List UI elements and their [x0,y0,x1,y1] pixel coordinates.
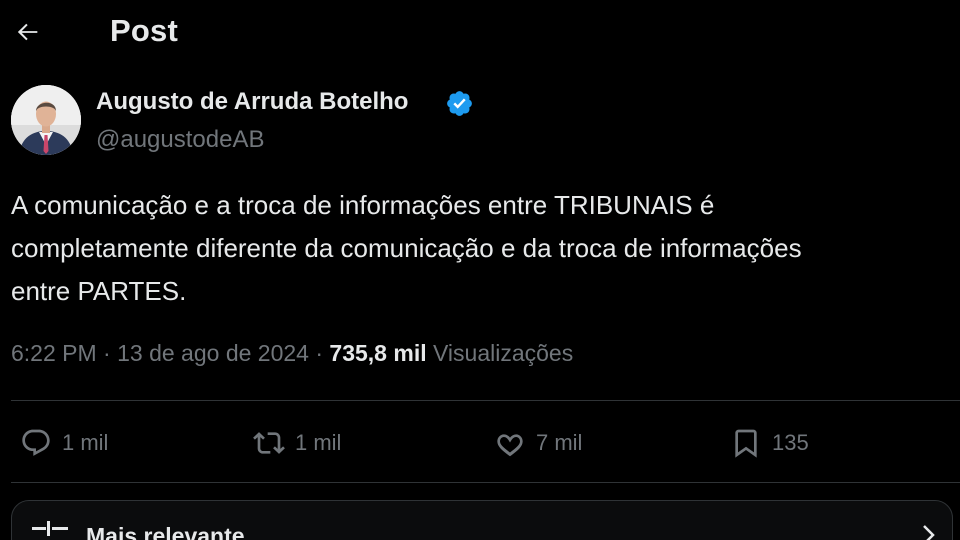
heart-icon [497,434,523,457]
bookmark-icon [735,429,757,458]
repost-count: 1 mil [295,430,342,455]
bookmark-button[interactable]: 135 [730,423,809,463]
divider [11,400,960,401]
like-count: 7 mil [536,430,583,455]
avatar-image [11,85,81,155]
sort-label: Mais relevante [86,523,245,540]
author-handle[interactable]: @augustodeAB [96,126,264,154]
post-text: A comunicação e a troca de informações e… [11,184,959,313]
author-display-name[interactable]: Augusto de Arruda Botelho [96,88,408,116]
post-text-line: completamente diferente da comunicação e… [11,233,802,263]
views-label: Visualizações [433,340,574,366]
post-page: Post Augusto de Arruda Botelho @augustod… [0,0,960,540]
post-date[interactable]: 13 de ago de 2024 [117,340,309,366]
back-button[interactable] [8,12,48,52]
post-text-line: A comunicação e a troca de informações e… [11,190,715,220]
repost-button[interactable]: 1 mil [253,423,341,463]
chevron-right-icon [923,525,935,540]
views-count[interactable]: 735,8 mil [329,340,426,366]
divider [11,482,960,483]
post-header: Post [0,0,960,66]
filter-icon [32,521,68,536]
avatar[interactable] [11,85,81,155]
arrow-left-icon [17,23,38,41]
reply-button[interactable]: 1 mil [20,423,108,463]
sort-replies-button[interactable]: Mais relevante [11,500,953,540]
reply-count: 1 mil [62,430,109,455]
reply-icon [22,429,50,456]
post-meta: 6:22 PM · 13 de ago de 2024 · 735,8 mil … [11,340,573,367]
like-button[interactable]: 7 mil [494,423,582,463]
verified-badge-icon [447,91,472,116]
post-text-line: entre PARTES. [11,276,187,306]
page-title: Post [110,13,178,48]
bookmark-count: 135 [772,430,809,455]
repost-icon [253,432,285,454]
meta-separator: · [103,340,111,366]
meta-separator: · [315,340,324,366]
post-time[interactable]: 6:22 PM [11,340,97,366]
